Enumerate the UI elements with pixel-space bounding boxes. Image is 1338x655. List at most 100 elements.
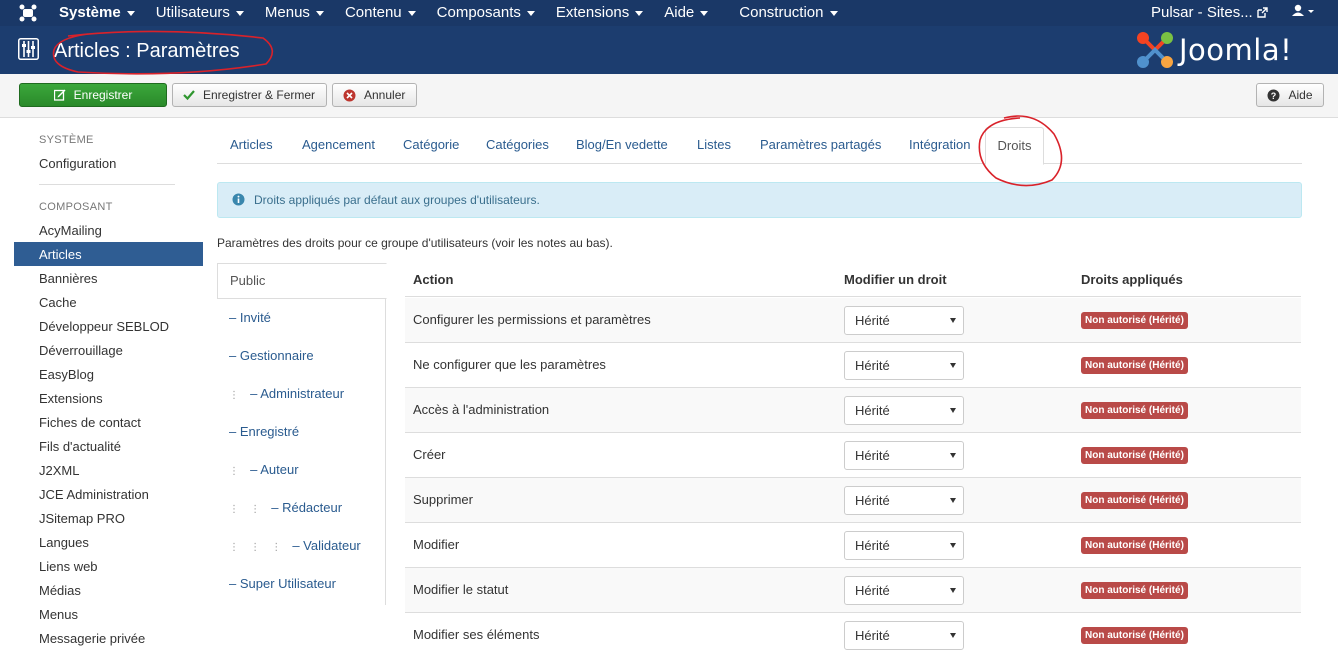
caret-down-icon (526, 10, 535, 16)
tab-integration[interactable]: Intégration (909, 127, 970, 164)
help-button[interactable]: ? Aide (1256, 83, 1324, 107)
page-title: Articles : Paramètres (54, 40, 240, 62)
tab-categories[interactable]: Catégories (486, 127, 549, 164)
permission-select[interactable]: Hérité (844, 396, 964, 425)
permission-select[interactable]: Hérité (844, 306, 964, 335)
tree-indent: ⋮ (229, 390, 251, 401)
tab-blog-vedette[interactable]: Blog/En vedette (576, 127, 668, 164)
info-icon (232, 193, 245, 206)
menu-utilisateurs[interactable]: Utilisateurs (156, 0, 244, 26)
chevron-down-icon (950, 543, 956, 548)
select-value: Hérité (855, 538, 890, 553)
menu-extensions[interactable]: Extensions (555, 0, 644, 26)
group-super-utilisateur[interactable]: – Super Utilisateur (217, 567, 386, 603)
status-badge: Non autorisé (Hérité) (1081, 402, 1188, 419)
sidebar-item-medias[interactable]: Médias (39, 583, 81, 598)
sidebar-item-liens-web[interactable]: Liens web (39, 559, 98, 574)
table-row: Supprimer Hérité Non autorisé (Hérité) (405, 478, 1301, 523)
table-row: Modifier ses éléments Hérité Non autoris… (405, 613, 1301, 655)
menu-menus[interactable]: Menus (265, 0, 324, 26)
permission-select[interactable]: Hérité (844, 441, 964, 470)
group-gestionnaire[interactable]: – Gestionnaire (217, 339, 386, 375)
sidebar-divider (39, 184, 175, 185)
col-modify: Modifier un droit (844, 272, 947, 287)
sidebar-item-cache[interactable]: Cache (39, 295, 77, 310)
tab-articles[interactable]: Articles (230, 127, 273, 164)
sidebar-item-articles[interactable]: Articles (14, 242, 203, 266)
chevron-down-icon (950, 588, 956, 593)
permission-select[interactable]: Hérité (844, 351, 964, 380)
site-link[interactable]: Pulsar - Sites... (1151, 0, 1268, 25)
permissions-description: Paramètres des droits pour ce groupe d'u… (217, 236, 613, 250)
group-administrateur[interactable]: ⋮ – Administrateur (217, 377, 386, 413)
group-public[interactable]: Public (217, 263, 387, 299)
menu-composants[interactable]: Composants (437, 0, 535, 26)
menu-label: Contenu (344, 4, 402, 21)
group-auteur[interactable]: ⋮ – Auteur (217, 453, 386, 489)
question-circle-icon: ? (1267, 89, 1280, 101)
sidebar-item-messagerie[interactable]: Messagerie privée (39, 631, 145, 646)
save-close-label: Enregistrer & Fermer (203, 88, 316, 102)
action-label: Configurer les permissions et paramètres (413, 312, 651, 327)
tab-parametres-partages[interactable]: Paramètres partagés (760, 127, 881, 164)
permission-select[interactable]: Hérité (844, 621, 964, 650)
sidebar-heading-component: COMPOSANT (39, 201, 113, 213)
menu-contenu[interactable]: Contenu (345, 0, 416, 26)
sidebar-item-seblod[interactable]: Développeur SEBLOD (39, 319, 169, 334)
sidebar-item-jsitemap[interactable]: JSitemap PRO (39, 511, 125, 526)
caret-down-icon (235, 10, 244, 16)
table-row: Accès à l'administration Hérité Non auto… (405, 388, 1301, 433)
group-validateur[interactable]: ⋮ ⋮ ⋮ – Validateur (217, 529, 386, 565)
sidebar-item-deverrouillage[interactable]: Déverrouillage (39, 343, 123, 358)
chevron-down-icon (950, 318, 956, 323)
sidebar-item-configuration[interactable]: Configuration (39, 156, 116, 171)
sidebar-item-easyblog[interactable]: EasyBlog (39, 367, 94, 382)
sidebar-item-fils-actualite[interactable]: Fils d'actualité (39, 439, 121, 454)
joomla-brand: Joomla! (1135, 31, 1319, 69)
table-row: Ne configurer que les paramètres Hérité … (405, 343, 1301, 388)
select-value: Hérité (855, 583, 890, 598)
sidebar-item-menus[interactable]: Menus (39, 607, 78, 622)
sidebar-item-bannieres[interactable]: Bannières (39, 271, 98, 286)
permission-select[interactable]: Hérité (844, 486, 964, 515)
sidebar-item-j2xml[interactable]: J2XML (39, 463, 79, 478)
tree-indent: ⋮ ⋮ ⋮ (229, 542, 293, 553)
group-redacteur[interactable]: ⋮ ⋮ – Rédacteur (217, 491, 386, 527)
tab-listes[interactable]: Listes (697, 127, 731, 164)
tab-agencement[interactable]: Agencement (302, 127, 375, 164)
sidebar-item-extensions[interactable]: Extensions (39, 391, 103, 406)
permission-select[interactable]: Hérité (844, 576, 964, 605)
group-label: – Auteur (250, 462, 299, 477)
menu-systeme[interactable]: Système (59, 0, 135, 26)
save-button[interactable]: Enregistrer (19, 83, 167, 107)
status-badge: Non autorisé (Hérité) (1081, 537, 1188, 554)
sidebar-item-jce[interactable]: JCE Administration (39, 487, 149, 502)
brand-text: Joomla! (1179, 33, 1293, 67)
cancel-label: Annuler (364, 88, 406, 102)
permission-select[interactable]: Hérité (844, 531, 964, 560)
menu-aide[interactable]: Aide (664, 0, 709, 26)
group-label: – Administrateur (250, 386, 345, 401)
menu-construction[interactable]: Construction (739, 0, 838, 26)
caret-down-icon (126, 10, 135, 16)
tab-droits[interactable]: Droits (985, 127, 1044, 165)
menu-label: Extensions (555, 4, 630, 21)
caret-down-icon (829, 10, 838, 16)
action-label: Modifier le statut (413, 582, 509, 597)
sidebar-item-acymailing[interactable]: AcyMailing (39, 223, 102, 238)
status-badge: Non autorisé (Hérité) (1081, 582, 1188, 599)
user-menu[interactable] (1291, 4, 1315, 23)
main-menu: Système Utilisateurs Menus Contenu Compo… (59, 0, 859, 26)
group-enregistre[interactable]: – Enregistré (217, 415, 386, 451)
settings-tabs: Articles Agencement Catégorie Catégories… (217, 127, 1302, 165)
sidebar-item-langues[interactable]: Langues (39, 535, 89, 550)
menu-label: Menus (264, 4, 310, 21)
group-invite[interactable]: – Invité (217, 301, 386, 337)
save-close-button[interactable]: Enregistrer & Fermer (172, 83, 327, 107)
select-value: Hérité (855, 448, 890, 463)
joomla-logo-icon[interactable] (18, 4, 38, 22)
tab-categorie[interactable]: Catégorie (403, 127, 459, 164)
sidebar-item-fiches-contact[interactable]: Fiches de contact (39, 415, 141, 430)
table-row: Modifier Hérité Non autorisé (Hérité) (405, 523, 1301, 568)
cancel-button[interactable]: Annuler (332, 83, 417, 107)
